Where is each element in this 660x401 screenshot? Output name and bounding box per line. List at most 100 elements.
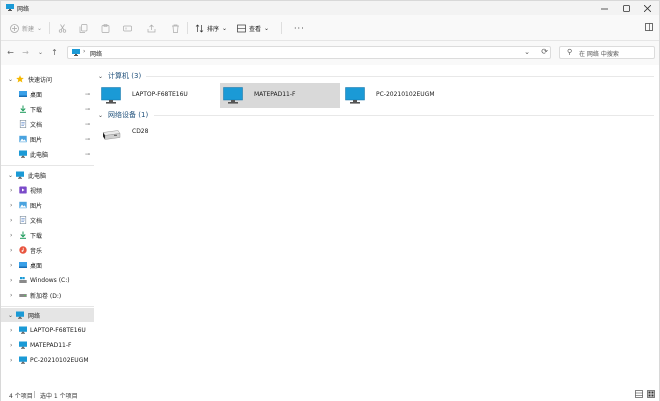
view-button[interactable]: 查看 ⌄ bbox=[237, 23, 269, 34]
sidebar-item-quick-access[interactable]: ⌄ 快速访问 bbox=[1, 72, 94, 86]
sidebar-item-documents[interactable]: 文档 ⊸ bbox=[1, 117, 94, 131]
paste-button[interactable] bbox=[101, 23, 110, 34]
sidebar-item-label: LAPTOP-F68TE16U bbox=[30, 326, 86, 334]
item-count: 4 个项目 bbox=[9, 393, 33, 400]
computer-icon bbox=[19, 356, 27, 364]
chevron-down-icon: ⌄ bbox=[222, 25, 228, 32]
sidebar-item-desktop[interactable]: 桌面 ⊸ bbox=[1, 87, 94, 101]
sidebar-item-label: 下载 bbox=[30, 232, 43, 240]
sidebar-item-drive-d[interactable]: › 新加卷 (D:) bbox=[1, 288, 94, 302]
explorer-window: 网络 新建 ⌄ 排序 ⌄ 查看 ⌄ ··· ← → ⌄ ↑ › 网络 ⌄ ⟳ ⚲… bbox=[0, 0, 660, 401]
chevron-right-icon: › bbox=[10, 261, 13, 269]
sidebar-item-label: 此电脑 bbox=[30, 151, 49, 159]
sidebar-item-label: 文档 bbox=[30, 121, 43, 129]
computer-tile-pc[interactable]: PC-20210102EUGM bbox=[342, 83, 462, 108]
device-tile-cd28[interactable]: CD28 bbox=[98, 122, 158, 147]
chevron-right-icon: › bbox=[10, 276, 13, 284]
chevron-down-icon: ⌄ bbox=[37, 25, 43, 32]
tile-label: PC-20210102EUGM bbox=[376, 91, 435, 98]
sidebar-item-pictures[interactable]: 图片 ⊸ bbox=[1, 132, 94, 146]
sidebar-item-downloads[interactable]: 下载 ⊸ bbox=[1, 102, 94, 116]
sidebar-item-label: 快速访问 bbox=[28, 76, 53, 84]
chevron-right-icon: › bbox=[10, 216, 13, 224]
new-label: 新建 bbox=[22, 26, 35, 33]
sidebar-item-label: MATEPAD11-F bbox=[30, 341, 72, 349]
address-bar[interactable]: › 网络 ⌄ ⟳ bbox=[67, 46, 551, 59]
breadcrumb-chevron-icon: › bbox=[83, 48, 86, 55]
delete-icon bbox=[172, 24, 179, 33]
chevron-down-icon: ⌄ bbox=[8, 75, 14, 83]
close-button[interactable] bbox=[642, 3, 652, 13]
delete-button[interactable] bbox=[171, 23, 180, 34]
breadcrumb-network[interactable]: 网络 bbox=[90, 49, 102, 58]
sidebar-item-label: 桌面 bbox=[30, 91, 43, 99]
sidebar-item-laptop[interactable]: › LAPTOP-F68TE16U bbox=[1, 323, 94, 337]
address-dropdown-icon[interactable]: ⌄ bbox=[524, 48, 530, 56]
computer-tile-laptop[interactable]: LAPTOP-F68TE16U bbox=[98, 83, 218, 108]
search-box[interactable]: ⚲ 在 网络 中搜索 bbox=[559, 46, 655, 59]
back-button[interactable]: ← bbox=[6, 48, 15, 57]
details-icon bbox=[645, 23, 653, 31]
group-header-network-devices[interactable]: ⌄ 网络设备 (1) bbox=[98, 110, 148, 120]
sidebar-item-pc[interactable]: › PC-20210102EUGM bbox=[1, 353, 94, 367]
pictures-folder-icon bbox=[19, 135, 27, 143]
details-view-icon[interactable] bbox=[635, 390, 643, 398]
view-label: 查看 bbox=[249, 26, 262, 33]
computer-icon bbox=[345, 87, 365, 104]
tile-label: CD28 bbox=[132, 128, 149, 135]
sidebar-item-music[interactable]: › 音乐 bbox=[1, 243, 94, 257]
up-button[interactable]: ↑ bbox=[50, 48, 59, 57]
pin-icon: ⊸ bbox=[84, 150, 90, 158]
computer-icon bbox=[101, 87, 121, 104]
status-bar: 4 个项目 选中 1 个项目 bbox=[1, 387, 659, 401]
computer-tile-matepad[interactable]: MATEPAD11-F bbox=[220, 83, 340, 108]
recent-locations-button[interactable]: ⌄ bbox=[36, 48, 45, 57]
computer-icon bbox=[223, 87, 243, 104]
pin-icon: ⊸ bbox=[84, 105, 90, 113]
rename-button[interactable] bbox=[123, 23, 132, 34]
refresh-icon[interactable]: ⟳ bbox=[541, 47, 548, 56]
more-options-button[interactable]: ··· bbox=[294, 24, 305, 33]
sidebar-item-network[interactable]: ⌄ 网络 bbox=[1, 308, 94, 322]
arrow-right-icon: → bbox=[22, 48, 29, 57]
sidebar-item-label: 新加卷 (D:) bbox=[30, 292, 62, 300]
chevron-right-icon: › bbox=[10, 291, 13, 299]
minimize-button[interactable] bbox=[599, 3, 609, 13]
sidebar-item-pictures-pc[interactable]: › 图片 bbox=[1, 198, 94, 212]
copy-button[interactable] bbox=[79, 23, 88, 34]
group-header-label: 网络设备 (1) bbox=[108, 111, 149, 119]
share-button[interactable] bbox=[147, 23, 156, 34]
sidebar-item-videos[interactable]: › 视频 bbox=[1, 183, 94, 197]
toolbar-divider bbox=[187, 22, 188, 34]
tile-label: LAPTOP-F68TE16U bbox=[132, 91, 188, 98]
new-button[interactable]: 新建 ⌄ bbox=[10, 23, 42, 34]
documents-folder-icon bbox=[19, 120, 27, 128]
sidebar-item-drive-c[interactable]: › Windows (C:) bbox=[1, 273, 94, 287]
forward-button[interactable]: → bbox=[21, 48, 30, 57]
sidebar-item-desktop-pc[interactable]: › 桌面 bbox=[1, 258, 94, 272]
chevron-down-icon: ⌄ bbox=[37, 49, 44, 56]
music-folder-icon bbox=[19, 246, 27, 254]
selected-count: 选中 1 个项目 bbox=[40, 393, 78, 400]
command-bar: 新建 ⌄ 排序 ⌄ 查看 ⌄ ··· bbox=[1, 15, 659, 41]
download-folder-icon bbox=[20, 105, 26, 113]
sidebar-item-documents-pc[interactable]: › 文档 bbox=[1, 213, 94, 227]
navigation-pane: ⌄ 快速访问 桌面 ⊸ 下载 ⊸ 文档 ⊸ 图片 ⊸ 此电脑 ⊸ ⌄ 此电脑 ›… bbox=[1, 65, 94, 385]
cut-button[interactable] bbox=[58, 23, 67, 34]
star-icon bbox=[16, 75, 24, 83]
chevron-right-icon: › bbox=[10, 201, 13, 209]
details-pane-button[interactable] bbox=[645, 23, 653, 31]
group-header-computers[interactable]: ⌄ 计算机 (3) bbox=[98, 71, 141, 81]
sort-button[interactable]: 排序 ⌄ bbox=[195, 23, 227, 34]
sidebar-item-this-pc[interactable]: ⌄ 此电脑 bbox=[1, 168, 94, 182]
sort-label: 排序 bbox=[207, 26, 220, 33]
tiles-view-icon[interactable] bbox=[647, 390, 655, 398]
sidebar-item-label: PC-20210102EUGM bbox=[30, 356, 89, 364]
maximize-button[interactable] bbox=[621, 3, 631, 13]
chevron-down-icon: ⌄ bbox=[264, 25, 270, 32]
title-bar: 网络 bbox=[1, 1, 659, 15]
desktop-folder-icon bbox=[19, 262, 27, 268]
sidebar-item-matepad[interactable]: › MATEPAD11-F bbox=[1, 338, 94, 352]
sidebar-item-downloads-pc[interactable]: › 下载 bbox=[1, 228, 94, 242]
sidebar-item-this-pc-shortcut[interactable]: 此电脑 ⊸ bbox=[1, 147, 94, 161]
